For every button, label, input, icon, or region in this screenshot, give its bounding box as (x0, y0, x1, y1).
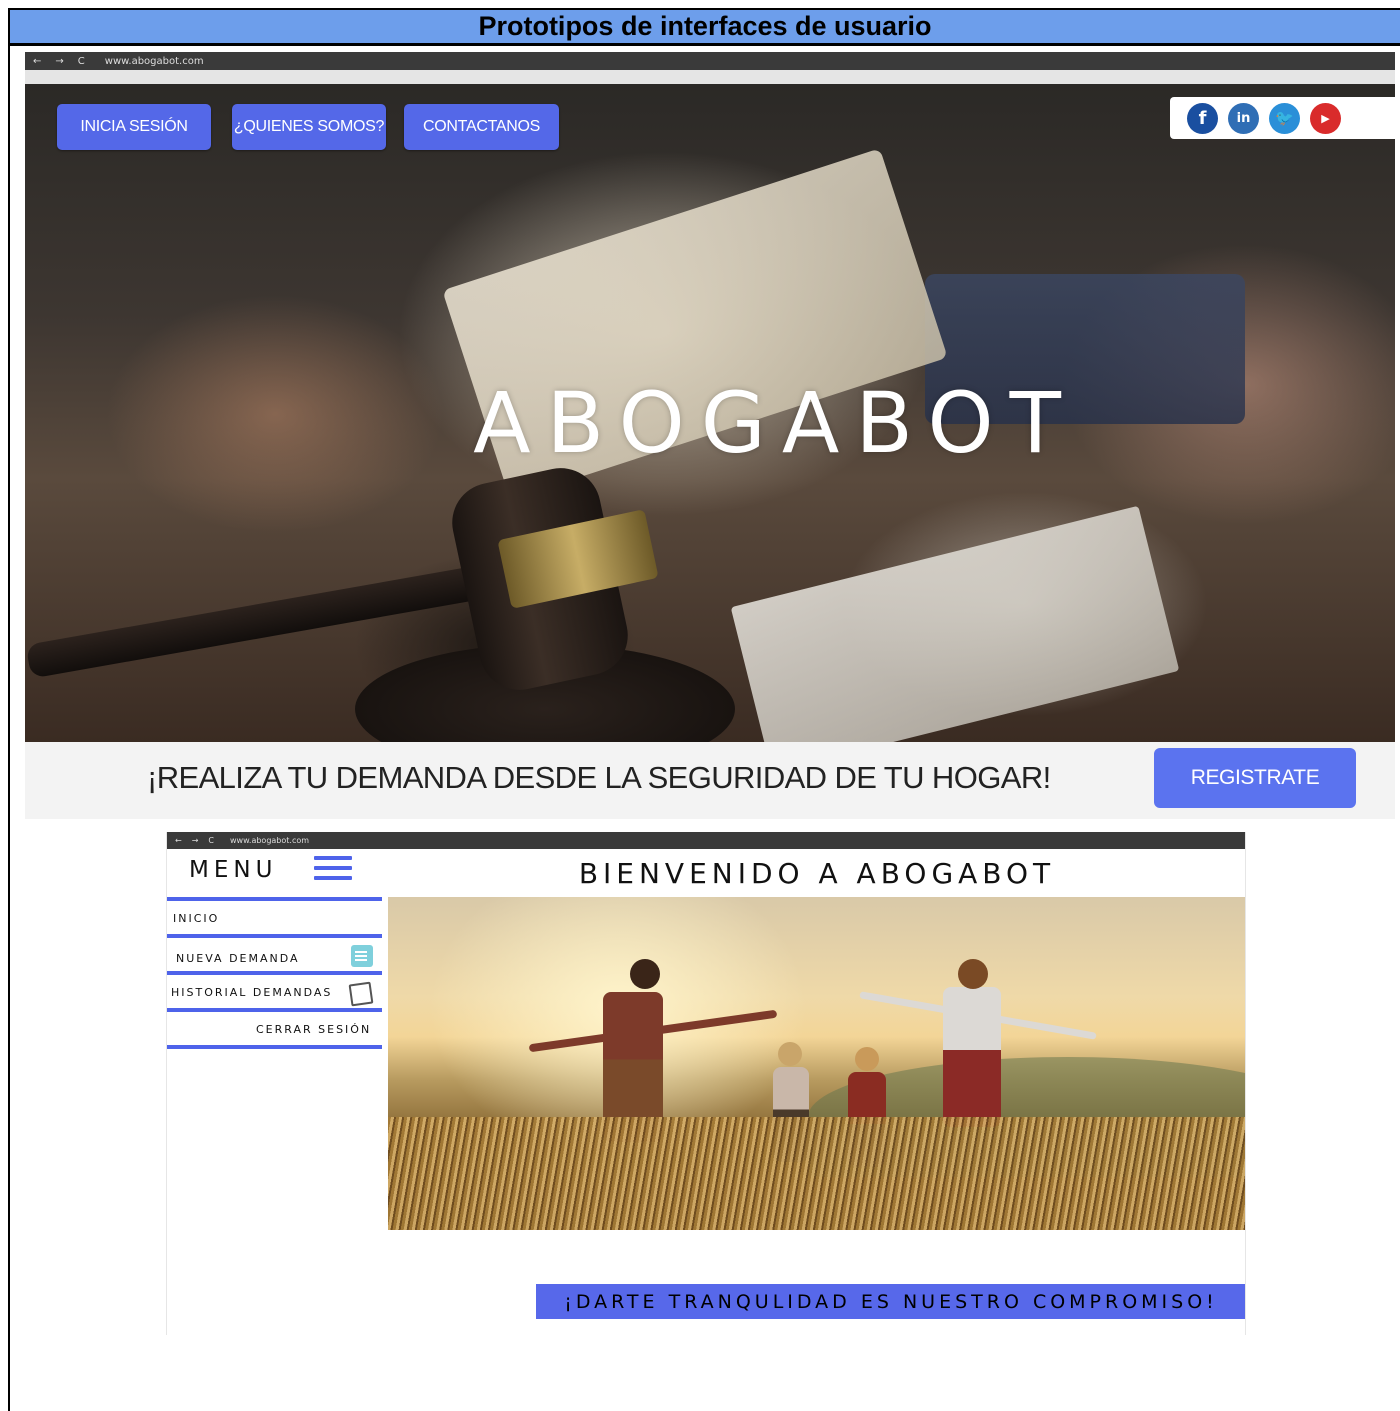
back-icon[interactable]: ← (33, 56, 41, 67)
wheat-field (388, 1117, 1245, 1230)
sidebar-item-cerrar-sesion[interactable]: CERRAR SESIÓN (167, 1012, 382, 1045)
menu-title: MENU (189, 857, 278, 883)
sidebar-item-inicio[interactable]: INICIO (167, 901, 382, 934)
about-us-button[interactable]: ¿QUIENES SOMOS? (232, 104, 386, 150)
browser-toolbar: ← → C www.abogabot.com (25, 52, 1395, 70)
youtube-icon[interactable]: ▶ (1310, 102, 1341, 134)
linkedin-icon[interactable]: in (1228, 102, 1259, 134)
address-bar[interactable]: www.abogabot.com (230, 836, 309, 845)
facebook-icon[interactable]: f (1187, 102, 1218, 134)
commitment-banner: ¡DARTE TRANQULIDAD ES NUESTRO COMPROMISO… (536, 1284, 1245, 1319)
mom-figure (943, 987, 1001, 1127)
dad-head (630, 959, 660, 989)
sidebar-item-label: INICIO (173, 912, 220, 925)
document-icon (351, 945, 373, 967)
child-head (855, 1047, 879, 1071)
menu-divider (167, 1045, 382, 1049)
login-button[interactable]: INICIA SESIÓN (57, 104, 211, 150)
history-icon (348, 981, 374, 1007)
child-head (778, 1042, 802, 1066)
mom-head (958, 959, 988, 989)
reload-icon[interactable]: C (208, 836, 214, 845)
browser-toolbar: ← → C www.abogabot.com (167, 832, 1245, 849)
tagline: ¡REALIZA TU DEMANDA DESDE LA SEGURIDAD D… (147, 760, 1051, 795)
brand-title: ABOGABOT (473, 374, 1077, 472)
welcome-heading: BIENVENIDO A ABOGABOT (578, 857, 1056, 890)
address-bar[interactable]: www.abogabot.com (105, 56, 204, 67)
back-icon[interactable]: ← (175, 836, 182, 845)
sidebar-menu: INICIO NUEVA DEMANDA HISTORIAL DEMANDAS … (167, 897, 382, 1049)
sidebar-item-nueva-demanda[interactable]: NUEVA DEMANDA (167, 938, 382, 971)
sidebar-item-historial-demandas[interactable]: HISTORIAL DEMANDAS (167, 975, 382, 1008)
browser-tabstrip (25, 70, 1395, 85)
reload-icon[interactable]: C (78, 56, 85, 67)
contact-button[interactable]: CONTACTANOS (404, 104, 559, 150)
sidebar-item-label: CERRAR SESIÓN (256, 1023, 372, 1036)
dashboard-prototype: ← → C www.abogabot.com MENU INICIO NUEVA… (166, 832, 1246, 1335)
family-photo (388, 897, 1245, 1230)
twitter-icon[interactable]: 🐦 (1269, 102, 1300, 134)
clipboard (730, 505, 1180, 742)
forward-icon[interactable]: → (55, 56, 63, 67)
sidebar-item-label: NUEVA DEMANDA (176, 952, 300, 965)
hamburger-menu-icon[interactable] (314, 856, 352, 882)
sidebar-item-label: HISTORIAL DEMANDAS (171, 986, 333, 999)
forward-icon[interactable]: → (192, 836, 199, 845)
document-title: Prototipos de interfaces de usuario (478, 11, 932, 41)
register-button[interactable]: REGISTRATE (1154, 748, 1356, 808)
landing-page-prototype: ← → C www.abogabot.com INICIA SESIÓN ¿QU… (25, 52, 1395, 819)
social-links: f in 🐦 ▶ (1170, 97, 1395, 139)
document-header: Prototipos de interfaces de usuario (10, 10, 1400, 46)
